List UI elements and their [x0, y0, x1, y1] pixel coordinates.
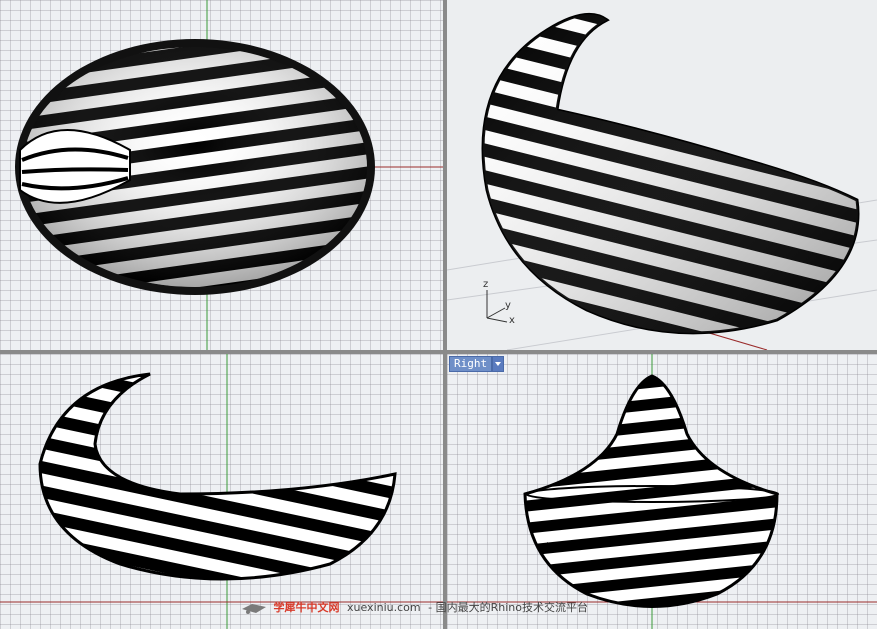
- viewport-perspective-canvas: [447, 12, 877, 350]
- viewport-front-canvas: [0, 354, 443, 629]
- watermark: 学犀牛中文网 xuexiniu.com - 国内最大的Rhino技术交流平台: [240, 600, 588, 616]
- watermark-slogan: - 国内最大的Rhino技术交流平台: [428, 601, 588, 614]
- viewport-top[interactable]: [0, 0, 443, 350]
- viewport-title-tab[interactable]: Right: [449, 356, 493, 372]
- bowl-perspective-view: [481, 12, 860, 335]
- axis-label-y: y: [505, 300, 511, 311]
- watermark-logo-icon: [242, 604, 266, 614]
- viewport-front[interactable]: [0, 354, 443, 629]
- viewport-right[interactable]: Right: [447, 354, 877, 629]
- viewport-right-canvas: [447, 354, 877, 629]
- viewport-perspective[interactable]: z y x: [447, 0, 877, 350]
- bowl-right-view: [523, 374, 779, 608]
- bowl-front-view: [38, 372, 397, 581]
- axis-label-z: z: [483, 279, 489, 290]
- axis-triad-icon: [486, 290, 508, 323]
- bowl-top-view: [15, 39, 375, 295]
- watermark-url: xuexiniu.com: [347, 601, 421, 614]
- viewport-top-canvas: [15, 0, 443, 350]
- axis-label-x: x: [509, 315, 515, 326]
- viewport-menu-chevron-icon[interactable]: [492, 356, 504, 372]
- watermark-brand: 学犀牛中文网: [273, 601, 340, 614]
